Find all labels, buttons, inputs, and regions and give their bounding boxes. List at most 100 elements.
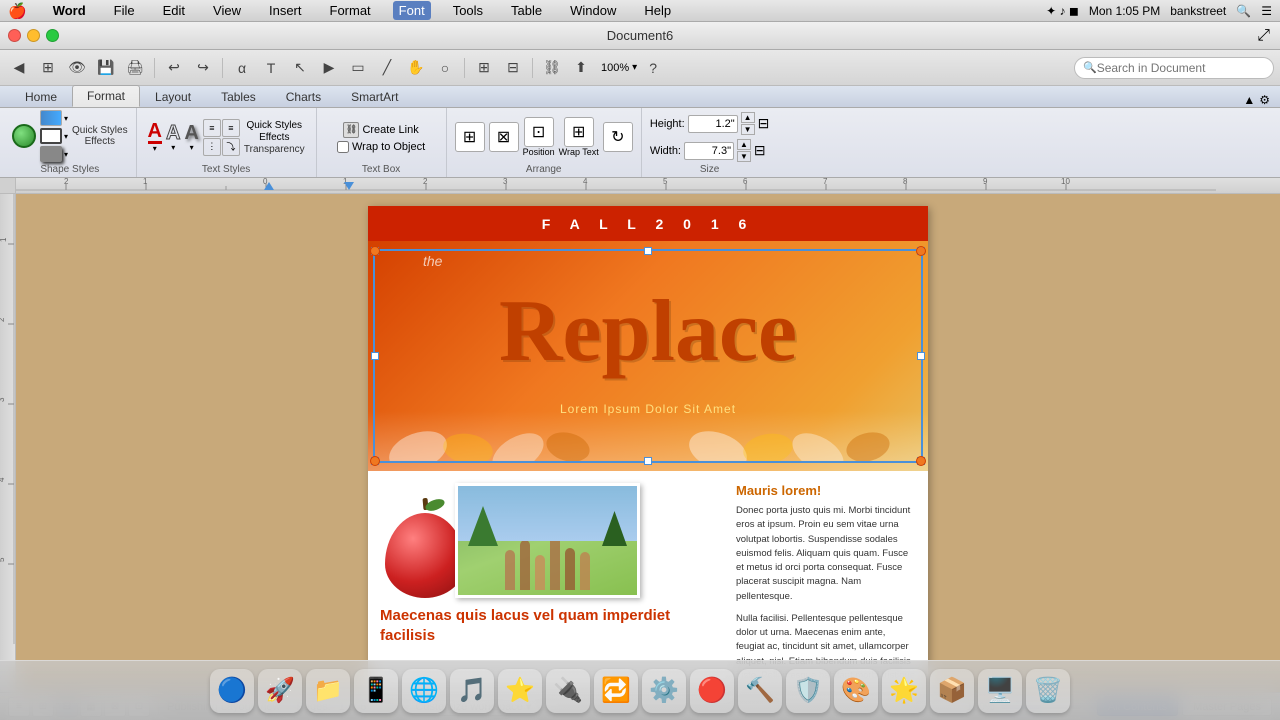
menu-word[interactable]: Word <box>47 1 92 20</box>
height-up-btn[interactable]: ▲ <box>741 112 755 123</box>
effects-btn[interactable]: Effects <box>85 136 115 147</box>
height-input[interactable] <box>688 115 738 133</box>
menu-help[interactable]: Help <box>638 1 677 20</box>
hero-section[interactable]: the Replace Lorem Ipsum Dolor Sit Amet <box>368 241 928 471</box>
minimize-button[interactable] <box>27 29 40 42</box>
menu-table[interactable]: Table <box>505 1 548 20</box>
undo-button[interactable]: ↩ <box>161 55 187 81</box>
tab-format[interactable]: Format <box>72 85 140 107</box>
dock-launchpad[interactable]: 🚀 <box>258 669 302 713</box>
dock-red[interactable]: 🔴 <box>690 669 734 713</box>
tab-charts[interactable]: Charts <box>271 86 336 107</box>
alpha-button[interactable]: α <box>229 55 255 81</box>
copy-style-button[interactable]: ⊞ <box>471 55 497 81</box>
indent-btn[interactable]: ⤵ <box>222 138 240 156</box>
text-button[interactable]: T <box>258 55 284 81</box>
arrange-btn-1[interactable]: ⊞ <box>455 122 485 152</box>
maximize-button[interactable] <box>46 29 59 42</box>
text-color-chevron[interactable]: ▾ <box>153 144 157 153</box>
dock-tools[interactable]: 🔨 <box>738 669 782 713</box>
ribbon-settings[interactable]: ⚙ <box>1259 93 1270 107</box>
text-color-btn[interactable]: A ▾ <box>148 121 162 153</box>
line-chevron[interactable]: ▾ <box>64 132 68 141</box>
menu-file[interactable]: File <box>108 1 141 20</box>
width-down-btn[interactable]: ▼ <box>737 151 751 162</box>
wrap-checkbox[interactable] <box>337 141 349 153</box>
menu-icon[interactable]: ☰ <box>1261 4 1272 18</box>
dock-safari[interactable]: 🌐 <box>402 669 446 713</box>
redo-button[interactable]: ↪ <box>190 55 216 81</box>
view-button[interactable]: 👁 <box>64 55 90 81</box>
wrap-text-btn[interactable]: ⊞ Wrap Text <box>559 117 599 157</box>
circle-button[interactable]: ○ <box>432 55 458 81</box>
text-shadow-btn[interactable]: A ▾ <box>184 123 198 152</box>
paste-button[interactable]: ⊟ <box>500 55 526 81</box>
text-outline-btn[interactable]: A ▾ <box>166 123 180 152</box>
titlebar-expand[interactable]: ⤢ <box>1257 27 1270 45</box>
dock-files[interactable]: 📁 <box>306 669 350 713</box>
share-button[interactable]: ⬆ <box>568 55 594 81</box>
tab-home[interactable]: Home <box>10 86 72 107</box>
save-button[interactable]: 💾 <box>93 55 119 81</box>
menu-format[interactable]: Format <box>324 1 377 20</box>
fill-chevron[interactable]: ▾ <box>64 114 68 123</box>
width-lock-btn[interactable]: ⊟ <box>754 142 766 159</box>
print-button[interactable]: 🖨 <box>122 55 148 81</box>
tab-layout[interactable]: Layout <box>140 86 206 107</box>
line-button[interactable]: ╱ <box>374 55 400 81</box>
tab-tables[interactable]: Tables <box>206 86 271 107</box>
menu-insert[interactable]: Insert <box>263 1 308 20</box>
height-down-btn[interactable]: ▼ <box>741 124 755 135</box>
handle-orange-tl[interactable] <box>370 246 380 256</box>
search-input[interactable] <box>1097 61 1257 75</box>
menu-edit[interactable]: Edit <box>157 1 191 20</box>
hand-button[interactable]: ✋ <box>403 55 429 81</box>
transparency-btn[interactable]: Transparency <box>244 144 305 155</box>
handle-top-right[interactable] <box>917 247 925 255</box>
rotate-btn[interactable]: ↻ <box>603 122 633 152</box>
handle-mid-left[interactable] <box>371 352 379 360</box>
shape-line-btn[interactable]: ▾ <box>40 128 68 144</box>
dock-star[interactable]: ⭐ <box>498 669 542 713</box>
close-button[interactable] <box>8 29 21 42</box>
tab-smartart[interactable]: SmartArt <box>336 86 413 107</box>
text-outline-chevron[interactable]: ▾ <box>171 143 175 152</box>
rect-button[interactable]: ▭ <box>345 55 371 81</box>
arrange-btn-2[interactable]: ⊠ <box>489 122 519 152</box>
align-center-btn[interactable]: ≡ <box>222 119 240 137</box>
align-left-btn[interactable]: ≡ <box>203 119 221 137</box>
menu-tools[interactable]: Tools <box>447 1 489 20</box>
quick-styles-text-btn[interactable]: Quick Styles <box>246 120 302 131</box>
handle-top-mid[interactable] <box>644 247 652 255</box>
shape-style-main[interactable] <box>12 124 36 148</box>
dock-trash[interactable]: 🗑️ <box>1026 669 1070 713</box>
dock-mac[interactable]: 🖥️ <box>978 669 1022 713</box>
dock-package[interactable]: 📦 <box>930 669 974 713</box>
width-input[interactable] <box>684 142 734 160</box>
effects-text-btn[interactable]: Effects <box>259 132 289 143</box>
search-box[interactable]: 🔍 <box>1074 57 1274 79</box>
menu-view[interactable]: View <box>207 1 247 20</box>
dock-art[interactable]: 🎨 <box>834 669 878 713</box>
search-icon[interactable]: 🔍 <box>1236 4 1251 18</box>
height-lock-btn[interactable]: ⊟ <box>758 115 770 132</box>
handle-top-left[interactable] <box>371 247 379 255</box>
dock-sync[interactable]: 🔁 <box>594 669 638 713</box>
dock-iphone[interactable]: 📱 <box>354 669 398 713</box>
position-btn[interactable]: ⊡ Position <box>523 117 555 157</box>
dock-music[interactable]: 🎵 <box>450 669 494 713</box>
align-col-btn[interactable]: ⋮ <box>203 138 221 156</box>
link-button[interactable]: ⛓ <box>539 55 565 81</box>
ribbon-collapse[interactable]: ▲ <box>1243 93 1255 107</box>
menu-font[interactable]: Font <box>393 1 431 20</box>
text-shadow-chevron[interactable]: ▾ <box>190 143 194 152</box>
dock-shield[interactable]: 🛡️ <box>786 669 830 713</box>
dock-finder[interactable]: 🔵 <box>210 669 254 713</box>
shape-shadow-btn[interactable]: ▾ <box>40 146 68 162</box>
handle-orange-tr[interactable] <box>916 246 926 256</box>
handle-mid-right[interactable] <box>917 352 925 360</box>
apple-menu-icon[interactable]: 🍎 <box>8 2 27 20</box>
cursor-button[interactable]: ↖ <box>287 55 313 81</box>
shadow-chevron[interactable]: ▾ <box>64 150 68 159</box>
dock-connect[interactable]: 🔌 <box>546 669 590 713</box>
